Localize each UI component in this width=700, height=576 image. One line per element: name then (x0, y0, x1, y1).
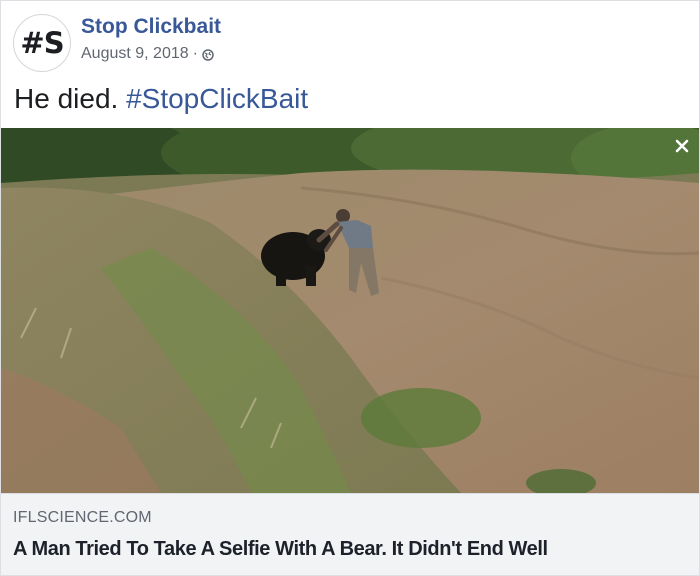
link-title[interactable]: A Man Tried To Take A Selfie With A Bear… (13, 538, 548, 561)
link-domain: IFLSCIENCE.COM (13, 509, 152, 526)
post-message: He died. #StopClickBait (14, 83, 308, 115)
bear-selfie-photo (1, 128, 699, 493)
post-meta: August 9, 2018 · (81, 45, 214, 63)
post-date-link[interactable]: August 9, 2018 (81, 45, 189, 63)
close-icon (675, 139, 689, 153)
link-preview-caption[interactable]: IFLSCIENCE.COM A Man Tried To Take A Sel… (1, 493, 699, 575)
hashtag-link[interactable]: #StopClickBait (126, 83, 308, 114)
avatar-logo-text: #S (20, 26, 64, 60)
post-message-text: He died. (14, 83, 119, 114)
page-name-link[interactable]: Stop Clickbait (81, 15, 221, 39)
facebook-post: #S Stop Clickbait August 9, 2018 · He di… (0, 0, 700, 576)
link-preview-image[interactable] (1, 128, 699, 493)
close-button[interactable] (670, 134, 694, 158)
page-avatar[interactable]: #S (13, 14, 71, 72)
meta-separator: · (192, 45, 198, 62)
globe-icon[interactable] (202, 48, 214, 61)
